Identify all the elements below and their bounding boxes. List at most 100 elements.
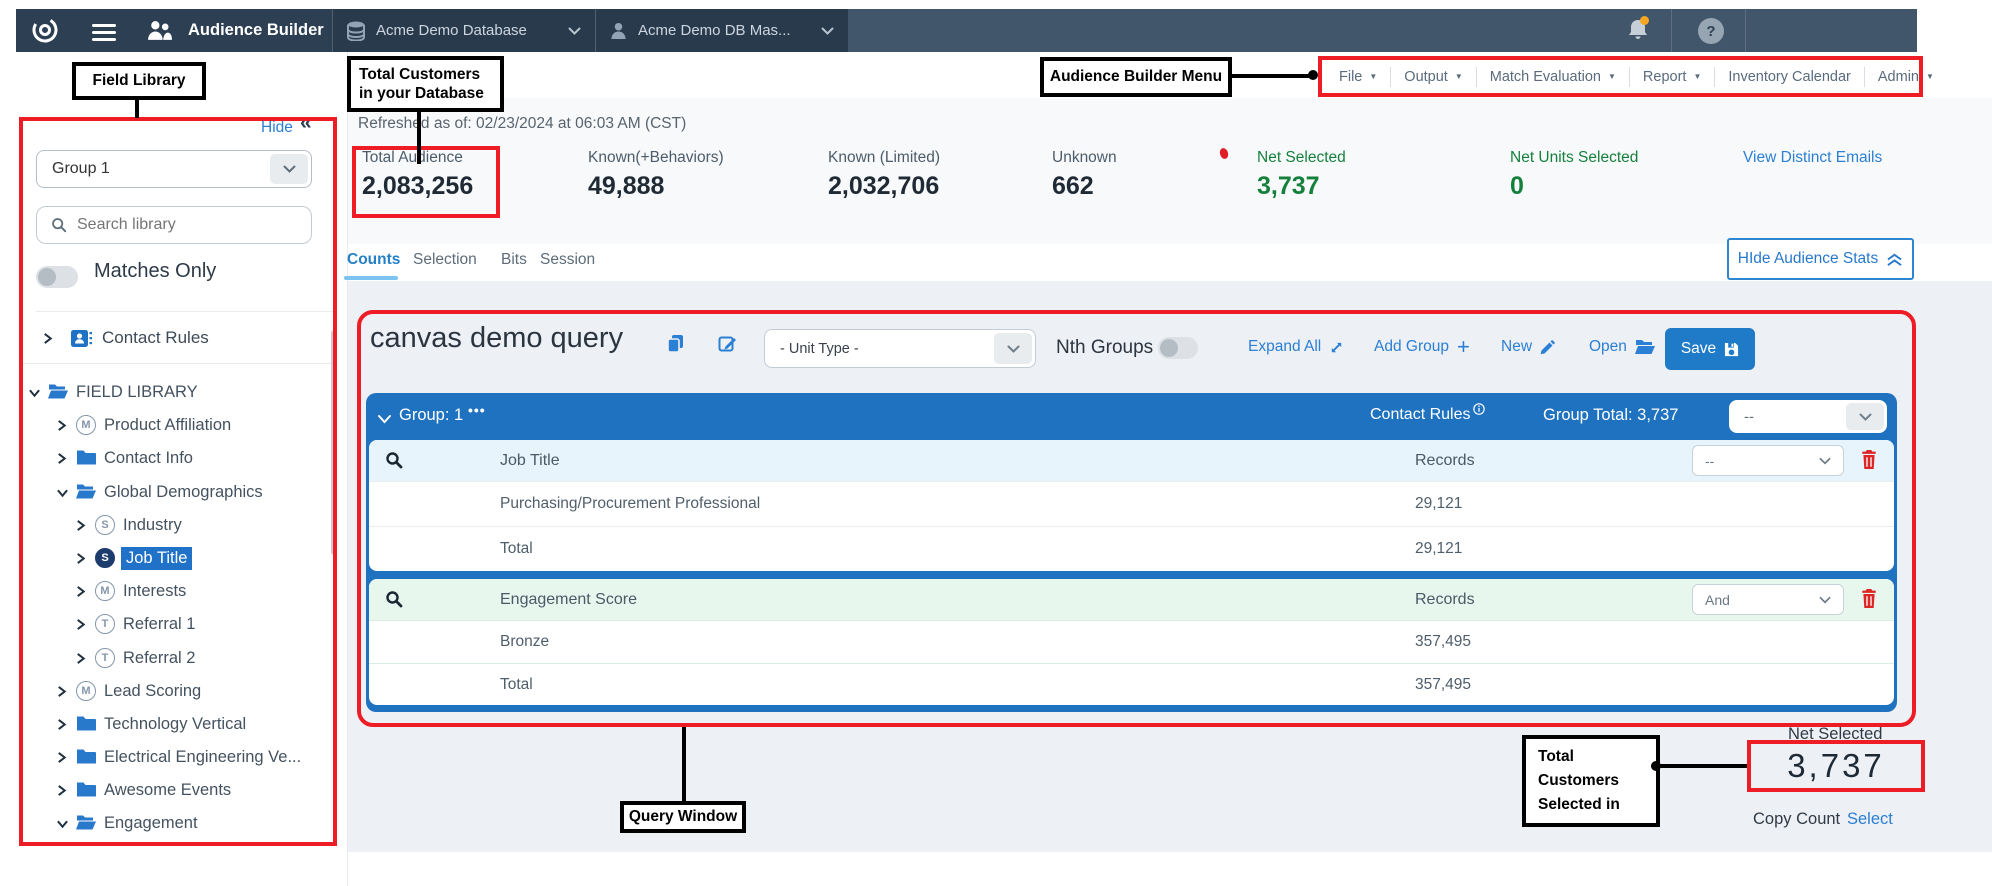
chevron-down-icon[interactable] [56,818,69,829]
select-link[interactable]: Select [1847,810,1893,829]
save-button[interactable]: Save [1665,328,1755,370]
floppy-save-icon [1724,342,1739,357]
database-selector[interactable]: Acme Demo Database [333,9,595,52]
nth-groups-toggle[interactable] [1158,337,1198,359]
expand-all-button[interactable]: Expand All [1248,338,1344,356]
block-total-row: Total 357,495 [369,663,1894,705]
app-logo-icon[interactable] [30,15,60,50]
plus-icon: + [1457,340,1470,354]
block-operator-select[interactable]: And [1692,584,1844,615]
m-circle-icon: M [76,415,96,435]
block-total-row: Total 29,121 [369,526,1894,571]
chevron-right-icon[interactable] [56,685,67,698]
copy-count-label[interactable]: Copy Count [1753,810,1840,829]
search-icon[interactable] [385,451,403,474]
menu-output[interactable]: Output▼ [1391,69,1475,85]
chevron-down-icon [994,333,1032,364]
trash-icon[interactable] [1861,450,1877,474]
tab-counts[interactable]: Counts [347,251,400,269]
stat-known-limited-value: 2,032,706 [828,172,939,201]
chevron-right-icon[interactable] [56,784,67,797]
stat-known-limited-label: Known (Limited) [828,149,940,167]
annotation-label-total-selected: Total Customers Selected in [1522,735,1660,827]
menu-report[interactable]: Report▼ [1630,69,1714,85]
copy-icon[interactable] [666,334,686,359]
edit-icon[interactable] [718,334,738,359]
hamburger-menu-icon[interactable] [92,20,116,45]
group-name: Group: 1 [399,406,463,425]
chevron-right-icon[interactable] [75,585,86,598]
info-icon [1473,402,1485,420]
chevron-down-icon[interactable] [377,411,392,429]
chevron-down-icon [270,154,308,184]
audience-builder-menu: File▼ Output▼ Match Evaluation▼ Report▼ … [1326,56,1947,97]
matches-only-label: Matches Only [94,260,216,283]
notifications-bell-icon[interactable] [1627,18,1649,47]
chevron-right-icon[interactable] [75,652,86,665]
view-distinct-emails-link[interactable]: View Distinct Emails [1743,149,1882,167]
stat-net-selected-value: 3,737 [1257,172,1320,201]
folder-icon [76,715,96,737]
block-field-name: Engagement Score [500,591,637,609]
sidebar-hide-link[interactable]: Hide [261,119,293,137]
search-icon[interactable] [385,590,403,613]
caret-down-icon: ▼ [1693,72,1701,81]
unit-type-select[interactable]: - Unit Type - [764,329,1036,368]
sidebar-group-select[interactable]: Group 1 [36,150,312,188]
group-options-dots[interactable]: ••• [468,402,486,418]
chevron-right-icon[interactable] [75,552,86,565]
group-contact-rules-label[interactable]: Contact Rules [1370,406,1471,424]
new-query-button[interactable]: New [1501,338,1556,356]
menu-inventory-calendar[interactable]: Inventory Calendar [1715,69,1864,85]
stat-unknown-value: 662 [1052,172,1094,201]
group-operator-select[interactable]: -- [1729,400,1887,433]
query-title: canvas demo query [370,322,623,355]
sidebar-scrollbar[interactable] [331,330,337,555]
trash-icon[interactable] [1861,589,1877,613]
database-name: Acme Demo Database [376,22,527,39]
chevron-right-icon[interactable] [75,519,86,532]
chevron-down-icon[interactable] [28,387,41,398]
folder-open-icon [76,814,96,836]
t-circle-icon: T [95,614,115,634]
stat-total-audience-value: 2,083,256 [362,172,473,201]
block-data-row: Purchasing/Procurement Professional 29,1… [369,481,1894,526]
stat-net-selected-label: Net Selected [1257,149,1346,167]
help-icon[interactable]: ? [1698,18,1724,44]
stat-net-units-value: 0 [1510,172,1524,201]
nth-groups-label: Nth Groups [1056,337,1153,359]
chevron-right-icon[interactable] [56,718,67,731]
menu-file[interactable]: File▼ [1326,69,1390,85]
sidebar-item-contact-rules[interactable]: Contact Rules [42,326,209,350]
stat-total-audience-label: Total Audience [362,149,463,167]
person-icon [610,22,627,39]
selected-tree-label: Job Title [121,547,192,570]
menu-admin[interactable]: Admin▼ [1865,69,1947,85]
divider [20,363,337,364]
folder-icon [76,781,96,803]
tab-session[interactable]: Session [540,251,595,269]
chevron-right-icon[interactable] [56,751,67,764]
matches-only-toggle[interactable] [36,266,78,288]
annotation-label-field-library: Field Library [72,62,206,100]
add-group-button[interactable]: Add Group + [1374,338,1470,356]
hide-audience-stats-button[interactable]: HIde Audience Stats [1727,238,1914,280]
block-operator-select[interactable]: -- [1692,445,1844,476]
chevron-down-icon[interactable] [56,487,69,498]
chevron-right-icon[interactable] [56,419,67,432]
tab-selection[interactable]: Selection [413,251,477,269]
audience-icon [146,20,173,46]
menu-match-evaluation[interactable]: Match Evaluation▼ [1477,69,1629,85]
open-query-button[interactable]: Open [1589,338,1655,356]
collapse-sidebar-icon[interactable]: « [300,111,312,135]
user-db-selector[interactable]: Acme Demo DB Mas... [596,9,848,52]
expand-arrows-icon [1329,340,1344,355]
search-input[interactable] [77,216,277,234]
chevron-right-icon[interactable] [56,452,67,465]
query-block-job-title: Job Title Records -- Purchasing/Procurem… [369,440,1894,571]
chevron-right-icon[interactable] [75,618,86,631]
chevron-down-icon [568,27,581,35]
app-title: Audience Builder [188,21,324,40]
double-chevron-up-icon [1886,252,1903,267]
tab-bits[interactable]: Bits [501,251,527,269]
